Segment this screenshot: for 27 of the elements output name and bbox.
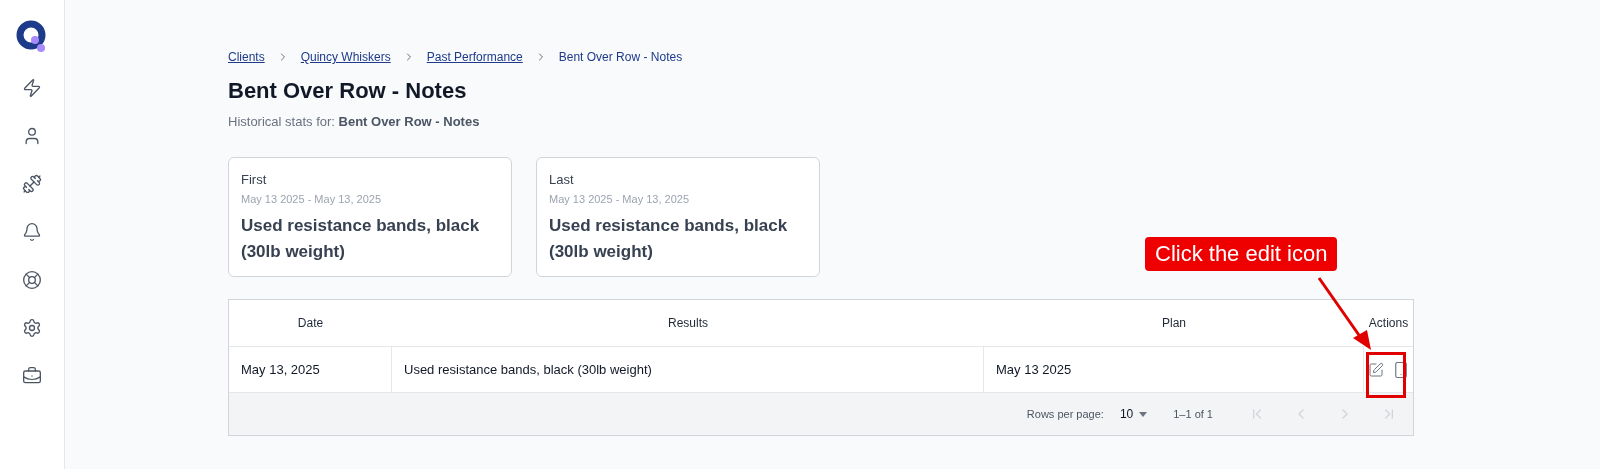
column-header: Date <box>296 315 325 332</box>
breadcrumb-link[interactable]: Quincy Whiskers <box>300 50 391 64</box>
rows-per-page-label: Rows per page: <box>1026 408 1104 420</box>
page-range: 1–1 of 1 <box>1173 408 1213 420</box>
column-header: Actions <box>1367 315 1410 332</box>
card-value: Used resistance bands, black (30lb weight) <box>241 215 481 263</box>
table-cell: Used resistance bands, black (30lb weight) <box>392 347 984 392</box>
column-header: Results <box>667 315 709 332</box>
column-header: Plan <box>1161 315 1187 332</box>
card-value: Used resistance bands, black (30lb weight) <box>549 215 789 263</box>
breadcrumb-link[interactable]: Clients <box>228 50 265 64</box>
annotation-callout: Click the edit icon <box>1145 237 1338 271</box>
card-label: Last <box>549 172 575 187</box>
card-label: First <box>241 172 268 187</box>
date-range: May 13 2025 - May 13, 2025 <box>549 193 691 205</box>
table-cell: May 13, 2025 <box>229 347 392 392</box>
logo-icon <box>16 20 48 54</box>
date-range: May 13 2025 - May 13, 2025 <box>241 193 383 205</box>
breadcrumb-link[interactable]: Past Performance <box>426 50 523 64</box>
highlight-frame <box>1366 352 1406 398</box>
table-cell: May 13 2025 <box>984 347 1364 392</box>
subtitle: Historical stats for: Bent Over Row - Notes <box>228 114 481 129</box>
page-title: Bent Over Row - Notes <box>228 78 468 104</box>
rows-per-page-select[interactable]: 10 <box>1119 407 1148 421</box>
caret-icon <box>1139 411 1148 417</box>
edit-icon[interactable] <box>1367 361 1384 378</box>
breadcrumb-current-page: Bent Over Row - Notes <box>558 50 683 64</box>
